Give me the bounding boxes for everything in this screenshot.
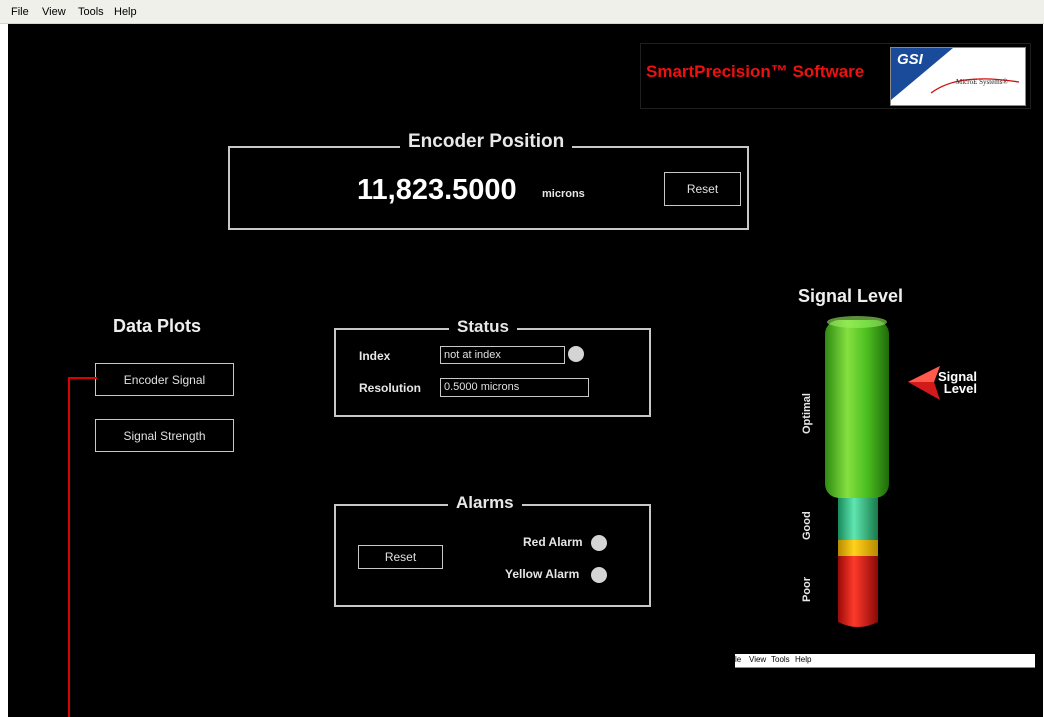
menu-bar: File View Tools Help bbox=[0, 0, 1044, 24]
optimal-label: Optimal bbox=[801, 393, 813, 434]
gsi-subtitle: MicroE Systems® bbox=[956, 78, 1008, 86]
pointer-label-line2: Level bbox=[943, 381, 978, 396]
menu-view[interactable]: View bbox=[42, 6, 66, 18]
resolution-label: Resolution bbox=[359, 381, 421, 395]
red-alarm-label: Red Alarm bbox=[523, 535, 583, 549]
yellow-alarm-indicator bbox=[591, 567, 607, 583]
main-panel: SmartPrecision™ Software GSI MicroE Syst… bbox=[8, 24, 1043, 717]
logo-banner: SmartPrecision™ Software GSI MicroE Syst… bbox=[640, 43, 1031, 109]
mini-menu-view[interactable]: View bbox=[749, 655, 766, 664]
alarms-title: Alarms bbox=[448, 493, 522, 513]
mini-menu-help[interactable]: Help bbox=[795, 655, 811, 664]
encoder-position-value: 11,823.5000 bbox=[357, 174, 517, 206]
poor-label: Poor bbox=[801, 576, 813, 602]
menu-tools[interactable]: Tools bbox=[78, 6, 104, 18]
alarms-reset-button[interactable]: Reset bbox=[358, 545, 443, 569]
signal-level-pointer-label: Signal Level bbox=[938, 370, 978, 396]
index-label: Index bbox=[359, 349, 391, 363]
mini-menu-file[interactable]: le bbox=[735, 655, 741, 664]
mini-menu-tools[interactable]: Tools bbox=[771, 655, 790, 664]
status-frame: Status bbox=[334, 317, 651, 417]
data-plots-title: Data Plots bbox=[113, 316, 202, 336]
resolution-field[interactable]: 0.5000 microns bbox=[440, 378, 589, 397]
signal-level-pointer-arrow bbox=[908, 366, 940, 400]
signal-level-title: Signal Level bbox=[798, 286, 904, 306]
mini-window-menu-bar: le View Tools Help bbox=[735, 654, 1035, 668]
yellow-alarm-label: Yellow Alarm bbox=[505, 567, 580, 581]
red-alarm-indicator bbox=[591, 535, 607, 551]
signal-strength-button[interactable]: Signal Strength bbox=[95, 419, 234, 452]
gsi-logo: GSI MicroE Systems® bbox=[890, 47, 1026, 106]
menu-file[interactable]: File bbox=[11, 6, 29, 18]
index-indicator bbox=[568, 346, 584, 362]
good-label: Good bbox=[801, 511, 813, 540]
connector-line bbox=[68, 377, 97, 717]
encoder-signal-button[interactable]: Encoder Signal bbox=[95, 363, 234, 396]
signal-level-gauge bbox=[825, 316, 889, 627]
status-title: Status bbox=[449, 317, 517, 337]
encoder-unit: microns bbox=[542, 188, 585, 200]
gsi-brand: GSI bbox=[897, 51, 923, 68]
product-title: SmartPrecision™ Software bbox=[646, 62, 865, 81]
index-field[interactable]: not at index bbox=[440, 346, 565, 364]
encoder-reset-button[interactable]: Reset bbox=[664, 172, 741, 206]
menu-help[interactable]: Help bbox=[114, 6, 137, 18]
encoder-position-title: Encoder Position bbox=[400, 131, 573, 153]
